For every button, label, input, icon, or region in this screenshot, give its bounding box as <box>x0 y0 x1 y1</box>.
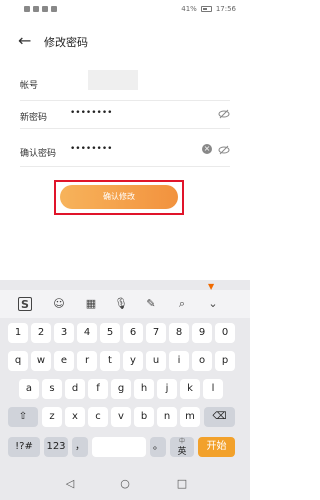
key-d[interactable]: d <box>65 379 85 399</box>
shift-key[interactable]: ⇧ <box>8 407 38 427</box>
key-o[interactable]: o <box>192 351 212 371</box>
keyboard-layout-icon[interactable]: ▦ <box>84 297 98 311</box>
key-s[interactable]: s <box>42 379 62 399</box>
key-q[interactable]: q <box>8 351 28 371</box>
key-9[interactable]: 9 <box>192 323 212 343</box>
key-b[interactable]: b <box>134 407 154 427</box>
backspace-key[interactable]: ⌫ <box>204 407 235 427</box>
key-4[interactable]: 4 <box>77 323 97 343</box>
key-3[interactable]: 3 <box>54 323 74 343</box>
key-7[interactable]: 7 <box>146 323 166 343</box>
key-8[interactable]: 8 <box>169 323 189 343</box>
key-p[interactable]: p <box>215 351 235 371</box>
microphone-icon[interactable]: 🎙 <box>114 297 128 311</box>
battery-icon <box>200 6 212 12</box>
page-title: 修改密码 <box>44 36 88 49</box>
notification-icon <box>42 6 48 12</box>
new-password-row[interactable]: 新密码 •••••••• <box>20 102 230 130</box>
notification-icon <box>24 6 30 12</box>
search-icon[interactable]: ⌕ <box>175 297 189 311</box>
key-6[interactable]: 6 <box>123 323 143 343</box>
key-f[interactable]: f <box>88 379 108 399</box>
notification-icon <box>51 6 57 12</box>
key-1[interactable]: 1 <box>8 323 28 343</box>
ime-logo-icon[interactable]: S <box>18 297 32 311</box>
key-m[interactable]: m <box>180 407 200 427</box>
key-e[interactable]: e <box>54 351 74 371</box>
key-x[interactable]: x <box>65 407 85 427</box>
nav-home-icon[interactable]: ○ <box>119 478 131 490</box>
new-password-label: 新密码 <box>20 113 48 123</box>
new-password-field[interactable]: •••••••• <box>70 108 112 118</box>
key-n[interactable]: n <box>157 407 177 427</box>
language-alt-label: 中 <box>178 438 185 445</box>
key-5[interactable]: 5 <box>100 323 120 343</box>
confirm-change-button[interactable]: 确认修改 <box>60 185 178 209</box>
key-h[interactable]: h <box>134 379 154 399</box>
notification-icon <box>33 6 39 12</box>
key-0[interactable]: 0 <box>215 323 235 343</box>
key-v[interactable]: v <box>111 407 131 427</box>
confirm-password-row[interactable]: 确认密码 •••••••• × <box>20 138 230 166</box>
system-navigation-bar: ◁ ○ □ <box>0 468 250 500</box>
divider <box>20 128 230 129</box>
key-c[interactable]: c <box>88 407 108 427</box>
divider <box>20 166 230 167</box>
language-switch-key[interactable]: 中 英 <box>170 437 194 457</box>
key-w[interactable]: w <box>31 351 51 371</box>
confirm-password-field[interactable]: •••••••• <box>70 144 112 154</box>
highlight-frame: 确认修改 <box>54 180 184 215</box>
clear-input-icon[interactable]: × <box>202 144 212 154</box>
key-2[interactable]: 2 <box>31 323 51 343</box>
status-icons-right: 41% 17:56 <box>181 5 236 13</box>
divider <box>20 100 230 101</box>
account-value-placeholder <box>88 70 138 90</box>
key-j[interactable]: j <box>157 379 177 399</box>
status-icons-left <box>24 6 57 12</box>
key-a[interactable]: a <box>19 379 39 399</box>
symbols-key[interactable]: !?# <box>8 437 40 457</box>
nav-recents-icon[interactable]: □ <box>176 478 188 490</box>
clock: 17:56 <box>215 5 236 13</box>
key-k[interactable]: k <box>180 379 200 399</box>
battery-percentage: 41% <box>181 5 197 13</box>
key-t[interactable]: t <box>100 351 120 371</box>
language-current-label: 英 <box>177 447 187 457</box>
go-key[interactable]: 开始 <box>198 437 235 457</box>
app-header: ← 修改密码 <box>0 24 250 60</box>
key-z[interactable]: z <box>42 407 62 427</box>
key-l[interactable]: l <box>203 379 223 399</box>
comma-key[interactable]: ， <box>72 437 88 457</box>
chevron-down-icon[interactable]: ⌄ <box>206 297 220 311</box>
emoji-icon[interactable]: ☺ <box>52 297 66 311</box>
status-bar: 41% 17:56 <box>0 0 250 22</box>
space-key[interactable] <box>92 437 146 457</box>
key-g[interactable]: g <box>111 379 131 399</box>
account-label: 帐号 <box>20 81 39 91</box>
numbers-key[interactable]: 123 <box>44 437 68 457</box>
confirm-password-label: 确认密码 <box>20 149 57 159</box>
key-y[interactable]: y <box>123 351 143 371</box>
account-row: 帐号 <box>20 70 230 98</box>
handwriting-icon[interactable]: ✎ <box>144 297 158 311</box>
key-u[interactable]: u <box>146 351 166 371</box>
keyboard-brand-icon: ▼ <box>208 282 215 291</box>
toggle-visibility-icon[interactable] <box>218 145 230 155</box>
period-key[interactable]: 。 <box>150 437 166 457</box>
nav-back-icon[interactable]: ◁ <box>64 478 76 490</box>
toggle-visibility-icon[interactable] <box>218 109 230 119</box>
key-r[interactable]: r <box>77 351 97 371</box>
keyboard-toolbar: S ☺ ▦ 🎙 ✎ ⌕ ⌄ <box>0 290 250 318</box>
key-i[interactable]: i <box>169 351 189 371</box>
back-arrow-icon[interactable]: ← <box>18 33 34 49</box>
